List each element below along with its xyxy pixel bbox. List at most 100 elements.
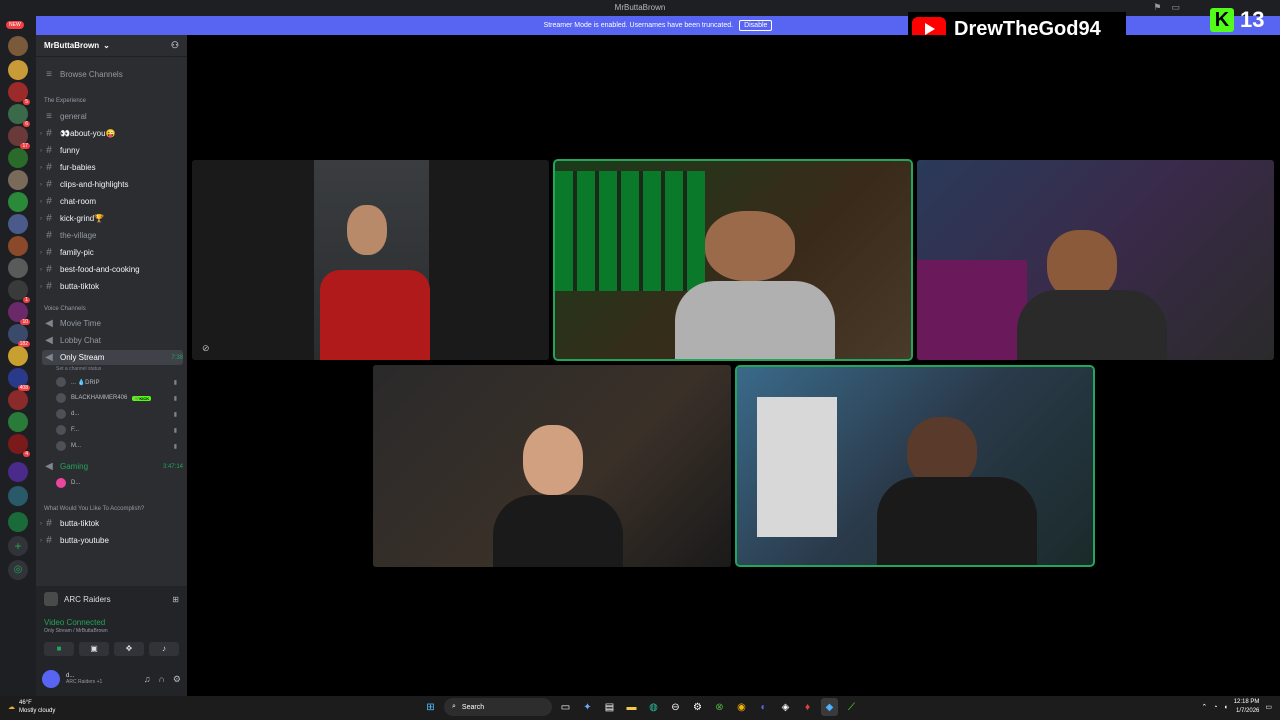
disable-streamer-mode-button[interactable]: Disable [739, 20, 773, 31]
server-icon[interactable] [8, 462, 28, 482]
server-icon[interactable]: 1 [8, 280, 30, 303]
steam-active-icon[interactable]: ◆ [821, 698, 838, 716]
channel-general[interactable]: ≡ general [42, 109, 183, 124]
video-feed [917, 260, 1027, 360]
video-tile[interactable]: ⊘ [192, 160, 549, 360]
headphones-icon[interactable]: ∩ [158, 674, 164, 685]
channel-best-food[interactable]: › # best-food-and-cooking [40, 262, 183, 277]
activities-button[interactable]: ✥ [114, 642, 144, 656]
notification-icon[interactable]: ▭ [1265, 703, 1272, 711]
volume-icon[interactable]: ◖ [1223, 704, 1227, 711]
channel-butta-tiktok[interactable]: › # butta-tiktok [40, 279, 183, 294]
discover-icon[interactable]: ◎ [8, 560, 28, 580]
channel-fur-babies[interactable]: › # fur-babies [40, 160, 183, 175]
category-experience[interactable]: The Experience [44, 98, 86, 104]
channel-the-village[interactable]: # the-village [42, 228, 183, 243]
video-tile[interactable] [553, 159, 913, 361]
channel-clips[interactable]: › # clips-and-highlights [40, 177, 183, 192]
server-header[interactable]: MrButtaBrown ⌄ ⚇ [36, 35, 187, 57]
voice-user[interactable]: BLACKHAMMER406 💚KICK ▮ [56, 391, 177, 405]
server-icon[interactable] [8, 486, 28, 506]
server-icon[interactable]: 6 [8, 104, 30, 127]
server-icon[interactable] [8, 390, 28, 410]
voice-user[interactable]: d... ▮ [56, 407, 177, 421]
taskbar-search[interactable]: ⌕ Search [444, 698, 552, 716]
clock[interactable]: 12:18 PM 1/7/2026 [1234, 698, 1260, 716]
app-icon[interactable]: ⟋ [843, 698, 860, 716]
voice-lobby-chat[interactable]: ◀ Lobby Chat [42, 333, 183, 348]
category-voice[interactable]: Voice Channels [44, 306, 86, 312]
server-icon[interactable]: 182 [8, 324, 30, 347]
server-icon[interactable] [8, 170, 28, 190]
server-icon[interactable] [8, 346, 28, 366]
edge-icon[interactable]: ◍ [645, 698, 662, 716]
video-tile[interactable] [735, 365, 1095, 567]
server-icon[interactable] [8, 148, 28, 168]
xbox-icon[interactable]: ⊗ [711, 698, 728, 716]
video-tile[interactable] [373, 365, 731, 567]
app-icon[interactable]: ◈ [777, 698, 794, 716]
server-icon[interactable] [8, 412, 28, 432]
category-accomplish[interactable]: What Would You Like To Accomplish? [44, 506, 144, 512]
server-icon[interactable] [8, 258, 28, 278]
channel-status[interactable]: Set a channel status [56, 362, 177, 376]
server-icon[interactable]: 408 [8, 368, 30, 391]
server-icon[interactable] [8, 192, 28, 212]
invite-icon[interactable]: ⚇ [171, 40, 179, 51]
mention-badge: 1 [23, 297, 30, 303]
voice-movie-time[interactable]: ◀ Movie Time [42, 316, 183, 331]
app-icon[interactable]: ♦ [799, 698, 816, 716]
server-icon[interactable] [8, 236, 28, 256]
mic-off-icon: ⊘ [202, 343, 210, 353]
channel-funny[interactable]: › # funny [40, 143, 183, 158]
gamepad-icon[interactable]: ⊞ [172, 595, 179, 604]
camera-button[interactable]: ■ [44, 642, 74, 656]
server-icon[interactable]: 10 [8, 302, 30, 325]
avatar[interactable] [42, 670, 60, 688]
avatar [56, 393, 66, 403]
browse-channels[interactable]: ≡ Browse Channels [42, 67, 183, 82]
server-icon[interactable] [8, 36, 28, 56]
voice-user[interactable]: D... [56, 476, 177, 490]
voice-user[interactable]: ... 💧DRIP ▮ [56, 375, 177, 389]
video-tile[interactable] [917, 160, 1274, 360]
add-server-icon[interactable]: + [8, 536, 28, 556]
screen-share-button[interactable]: ▣ [79, 642, 109, 656]
microphone-icon[interactable]: ♫ [144, 674, 151, 685]
channel-chat-room[interactable]: › # chat-room [40, 194, 183, 209]
voice-user[interactable]: M... ▮ [56, 439, 177, 453]
help-icon[interactable]: ▭ [1171, 2, 1180, 13]
file-explorer-icon[interactable]: ▬ [623, 698, 640, 716]
inbox-icon[interactable]: ⚑ [1153, 2, 1161, 13]
weather-widget[interactable]: ☁ 46°F Mostly cloudy [8, 699, 55, 715]
connection-channel[interactable]: Only Stream / MrButtaBrown [44, 628, 179, 634]
channel-family-pic[interactable]: › # family-pic [40, 245, 183, 260]
server-icon[interactable]: 4 [8, 434, 30, 457]
activity-panel[interactable]: ARC Raiders ⊞ [36, 586, 187, 612]
channel-kick-grind[interactable]: › # kick-grind🏆 [40, 211, 183, 226]
server-icon[interactable]: 17 [8, 126, 30, 149]
server-icon[interactable] [8, 512, 28, 532]
server-icon[interactable] [8, 214, 28, 234]
voice-user[interactable]: F... ▮ [56, 423, 177, 437]
channel-butta-youtube[interactable]: › # butta-youtube [40, 533, 183, 548]
app-icon[interactable]: ⊖ [667, 698, 684, 716]
windows-start-icon[interactable]: ⊞ [422, 698, 439, 716]
voice-gaming[interactable]: ◀ Gaming 3:47:14 [42, 459, 183, 474]
network-icon[interactable]: ◔ [1213, 704, 1217, 711]
copilot-icon[interactable]: ✦ [579, 698, 596, 716]
gear-icon[interactable]: ⚙ [173, 674, 181, 685]
store-icon[interactable]: ▤ [601, 698, 618, 716]
task-view-icon[interactable]: ▭ [557, 698, 574, 716]
channel-about-you[interactable]: › # 👀about-you😜 [40, 126, 183, 141]
chrome-icon[interactable]: ◉ [733, 698, 750, 716]
mention-badge: 5 [23, 99, 30, 105]
channel-butta-tiktok-2[interactable]: › # butta-tiktok [40, 516, 183, 531]
tray-chevron-icon[interactable]: ⌃ [1201, 703, 1207, 711]
server-icon[interactable] [8, 60, 28, 80]
discord-icon[interactable]: ◐ [755, 698, 772, 716]
soundboard-button[interactable]: ♪ [149, 642, 179, 656]
steam-icon[interactable]: ⚙ [689, 698, 706, 716]
server-icon[interactable]: 5 [8, 82, 30, 105]
hash-icon: # [46, 264, 52, 275]
